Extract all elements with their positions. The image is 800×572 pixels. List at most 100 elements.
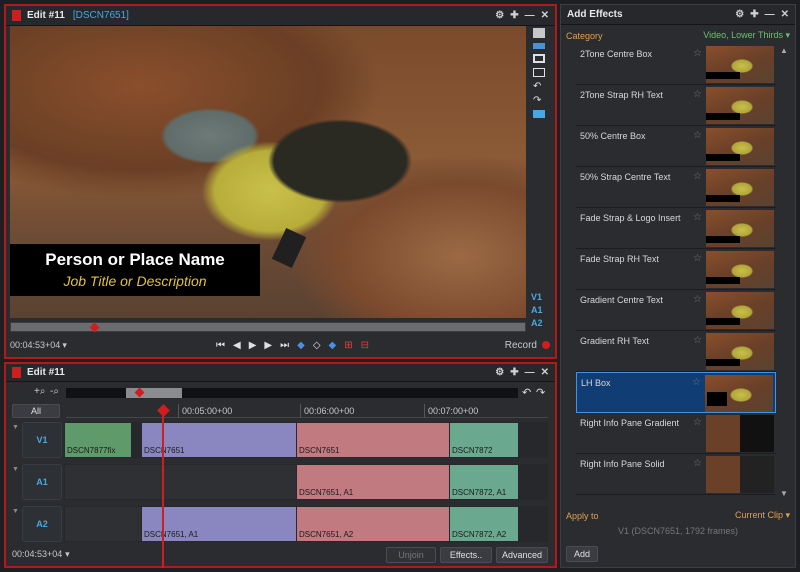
- effect-item[interactable]: Gradient Centre Text ☆: [576, 290, 776, 331]
- track-lane-a2[interactable]: DSCN7651, A1 DSCN7651, A2 DSCN7872, A2: [64, 506, 548, 542]
- scrub-playhead-marker[interactable]: [89, 322, 100, 333]
- pin-icon[interactable]: ✚: [750, 9, 758, 20]
- close-icon[interactable]: ✕: [541, 10, 549, 21]
- viewer-scrub-bar[interactable]: [10, 322, 526, 333]
- effects-button[interactable]: Effects..: [440, 547, 492, 563]
- effect-item[interactable]: 50% Strap Centre Text ☆: [576, 167, 776, 208]
- minimize-icon[interactable]: —: [525, 367, 535, 378]
- pin-icon[interactable]: ✚: [510, 367, 518, 378]
- redo-icon[interactable]: ↷: [533, 96, 545, 106]
- timeline-clip-empty[interactable]: [65, 465, 296, 499]
- scroll-down-icon[interactable]: ▼: [780, 489, 788, 498]
- track-lane-v1[interactable]: DSCN7877fix DSCN7651 DSCN7651 DSCN7872: [64, 422, 548, 458]
- star-icon[interactable]: ☆: [693, 458, 702, 469]
- star-icon[interactable]: ☆: [693, 130, 702, 141]
- star-icon[interactable]: ☆: [693, 89, 702, 100]
- unjoin-button[interactable]: Unjoin: [386, 547, 436, 563]
- timeline-clip[interactable]: DSCN7877fix: [65, 423, 131, 457]
- timeline-clip[interactable]: DSCN7651, A2: [297, 507, 449, 541]
- track-expand-icon[interactable]: ▼: [12, 424, 19, 431]
- track-expand-icon[interactable]: ▼: [12, 466, 19, 473]
- star-icon[interactable]: ☆: [693, 417, 702, 428]
- track-tag-a2[interactable]: A2: [531, 318, 543, 328]
- record-control[interactable]: Record: [505, 340, 550, 351]
- pin-icon[interactable]: ✚: [510, 10, 518, 21]
- export-icon[interactable]: [533, 110, 545, 118]
- play-icon[interactable]: ▶: [249, 340, 257, 351]
- minimize-icon[interactable]: —: [765, 9, 775, 20]
- overwrite-icon[interactable]: ⊟: [361, 340, 369, 351]
- timeline-clip[interactable]: DSCN7651, A1: [142, 507, 296, 541]
- undo-icon[interactable]: ↶: [522, 386, 531, 399]
- timeline-playhead[interactable]: [162, 408, 164, 568]
- layers-icon[interactable]: [533, 43, 545, 49]
- scroll-up-icon[interactable]: ▲: [780, 46, 788, 55]
- apply-to-dropdown[interactable]: Current Clip ▾: [735, 510, 790, 521]
- timeline-timecode[interactable]: 00:04:53+04: [12, 549, 62, 559]
- minimize-icon[interactable]: —: [525, 10, 535, 21]
- timeline-clip[interactable]: DSCN7651, A1: [297, 465, 449, 499]
- track-lane-a1[interactable]: DSCN7651, A1 DSCN7872, A1: [64, 464, 548, 500]
- step-forward-icon[interactable]: ▶: [264, 340, 272, 351]
- copy-icon[interactable]: [533, 68, 545, 77]
- effect-item[interactable]: Fade Strap RH Text ☆: [576, 249, 776, 290]
- star-icon[interactable]: ☆: [692, 377, 701, 388]
- folder-icon[interactable]: [533, 28, 545, 38]
- timeline-clip[interactable]: DSCN7872, A2: [450, 507, 518, 541]
- track-label-a1[interactable]: A1: [22, 464, 62, 500]
- track-expand-icon[interactable]: ▼: [12, 508, 19, 515]
- category-dropdown[interactable]: Video, Lower Thirds ▾: [703, 30, 790, 41]
- frame-icon[interactable]: [533, 54, 545, 63]
- go-end-icon[interactable]: ⏭: [280, 340, 289, 351]
- effects-scrollbar[interactable]: ▲ ▼: [780, 46, 788, 498]
- zoom-out-icon[interactable]: -⌕: [50, 386, 59, 397]
- record-icon[interactable]: [542, 341, 550, 349]
- effect-item[interactable]: Right Info Pane Gradient ☆: [576, 413, 776, 454]
- timeline-clip-empty[interactable]: [65, 507, 141, 541]
- effect-item[interactable]: Gradient RH Text ☆: [576, 331, 776, 372]
- timeline-clip[interactable]: DSCN7872: [450, 423, 518, 457]
- star-icon[interactable]: ☆: [693, 48, 702, 59]
- star-icon[interactable]: ☆: [693, 253, 702, 264]
- track-tag-a1[interactable]: A1: [531, 305, 543, 315]
- close-icon[interactable]: ✕: [541, 367, 549, 378]
- track-label-v1[interactable]: V1: [22, 422, 62, 458]
- video-preview[interactable]: Person or Place Name Job Title or Descri…: [10, 26, 526, 318]
- timeline-ruler[interactable]: 00:05:00+00 00:06:00+00 00:07:00+00: [66, 404, 548, 418]
- mark-out-icon[interactable]: ◆: [329, 340, 337, 351]
- star-icon[interactable]: ☆: [693, 171, 702, 182]
- timeline-clip[interactable]: DSCN7651: [297, 423, 449, 457]
- go-start-icon[interactable]: ⏮: [216, 340, 225, 351]
- add-button[interactable]: Add: [566, 546, 598, 562]
- track-label-a2[interactable]: A2: [22, 506, 62, 542]
- undo-icon[interactable]: ↶: [533, 82, 545, 92]
- mark-in-icon[interactable]: ◆: [297, 340, 305, 351]
- settings-icon[interactable]: ⚙: [495, 367, 504, 378]
- effect-item[interactable]: Right Info Pane Solid ☆: [576, 454, 776, 495]
- effect-item[interactable]: 2Tone Centre Box ☆: [576, 44, 776, 85]
- settings-icon[interactable]: ⚙: [735, 9, 744, 20]
- effect-item[interactable]: Fade Strap & Logo Insert ☆: [576, 208, 776, 249]
- all-tracks-button[interactable]: All: [12, 404, 60, 418]
- effect-item[interactable]: 50% Centre Box ☆: [576, 126, 776, 167]
- timecode-dropdown-icon[interactable]: ▾: [65, 549, 70, 559]
- mark-clear-icon[interactable]: ◇: [313, 340, 321, 351]
- timeline-overview-bar[interactable]: [66, 387, 518, 398]
- redo-icon[interactable]: ↷: [536, 386, 545, 399]
- advanced-button[interactable]: Advanced: [496, 547, 548, 563]
- star-icon[interactable]: ☆: [693, 294, 702, 305]
- star-icon[interactable]: ☆: [693, 212, 702, 223]
- settings-icon[interactable]: ⚙: [495, 10, 504, 21]
- close-icon[interactable]: ✕: [781, 9, 789, 20]
- track-tag-v1[interactable]: V1: [531, 292, 543, 302]
- insert-icon[interactable]: ⊞: [344, 340, 352, 351]
- step-back-icon[interactable]: ◀: [233, 340, 241, 351]
- timecode-dropdown-icon[interactable]: ▾: [62, 340, 67, 351]
- effect-item[interactable]: 2Tone Strap RH Text ☆: [576, 85, 776, 126]
- zoom-in-icon[interactable]: +⌕: [34, 386, 45, 397]
- timeline-clip[interactable]: DSCN7872, A1: [450, 465, 518, 499]
- timeline-clip[interactable]: DSCN7651: [142, 423, 296, 457]
- effect-item-selected[interactable]: LH Box ☆: [576, 372, 776, 413]
- viewer-timecode[interactable]: 00:04:53+04: [10, 340, 60, 350]
- star-icon[interactable]: ☆: [693, 335, 702, 346]
